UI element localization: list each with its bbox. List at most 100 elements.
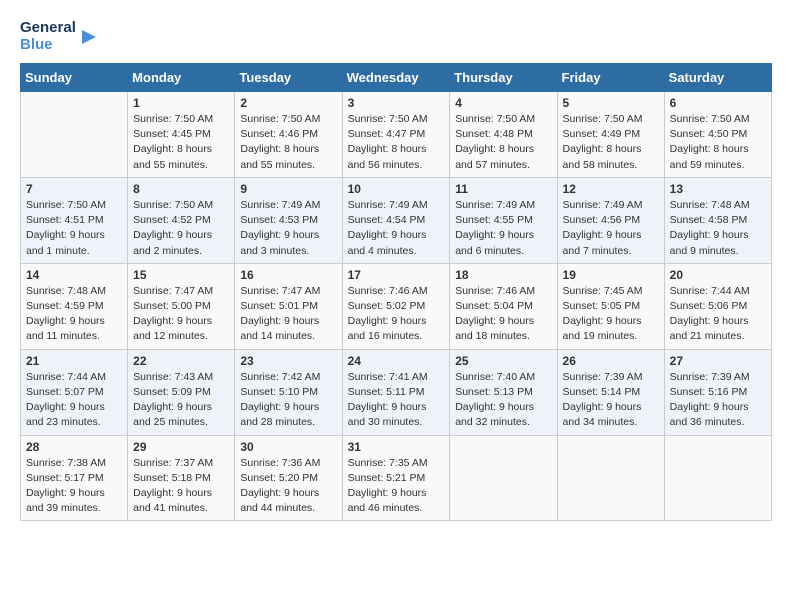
calendar-cell: 26 Sunrise: 7:39 AMSunset: 5:14 PMDayligh… [557,349,664,435]
calendar-cell: 24 Sunrise: 7:41 AMSunset: 5:11 PMDayligh… [342,349,450,435]
calendar-cell: 31Sunrise: 7:35 AMSunset: 5:21 PMDayligh… [342,435,450,521]
calendar-cell: 21 Sunrise: 7:44 AMSunset: 5:07 PMDayligh… [21,349,128,435]
day-number: 26 [563,354,659,368]
logo-container: General Blue [20,20,100,53]
week-row-3: 14 Sunrise: 7:48 AMSunset: 4:59 PMDayligh… [21,263,772,349]
calendar-cell: 2Sunrise: 7:50 AMSunset: 4:46 PMDaylight… [235,92,342,178]
day-info: Sunrise: 7:47 AMSunset: 5:00 PMDaylight:… [133,284,229,345]
day-info: Sunrise: 7:49 AMSunset: 4:56 PMDaylight:… [563,198,659,259]
day-number: 5 [563,96,659,110]
day-info: Sunrise: 7:39 AMSunset: 5:14 PMDaylight:… [563,370,659,431]
day-number: 29 [133,440,229,454]
day-info: Sunrise: 7:45 AMSunset: 5:05 PMDaylight:… [563,284,659,345]
column-header-friday: Friday [557,64,664,92]
day-info: Sunrise: 7:46 AMSunset: 5:02 PMDaylight:… [348,284,445,345]
calendar-cell: 9Sunrise: 7:49 AMSunset: 4:53 PMDaylight… [235,177,342,263]
day-number: 18 [455,268,551,282]
day-number: 11 [455,182,551,196]
calendar-cell: 14 Sunrise: 7:48 AMSunset: 4:59 PMDayligh… [21,263,128,349]
day-info: Sunrise: 7:50 AMSunset: 4:51 PMDaylight:… [26,198,122,259]
day-number: 17 [348,268,445,282]
day-info: Sunrise: 7:48 AMSunset: 4:58 PMDaylight:… [670,198,766,259]
column-header-monday: Monday [128,64,235,92]
day-number: 6 [670,96,766,110]
day-number: 27 [670,354,766,368]
day-info: Sunrise: 7:40 AMSunset: 5:13 PMDaylight:… [455,370,551,431]
day-number: 7 [26,182,122,196]
calendar-cell [21,92,128,178]
calendar-cell: 4Sunrise: 7:50 AMSunset: 4:48 PMDaylight… [450,92,557,178]
day-info: Sunrise: 7:43 AMSunset: 5:09 PMDaylight:… [133,370,229,431]
day-number: 16 [240,268,336,282]
week-row-1: 1 Sunrise: 7:50 AMSunset: 4:45 PMDaylight… [21,92,772,178]
day-number: 28 [26,440,122,454]
day-info: Sunrise: 7:49 AMSunset: 4:55 PMDaylight:… [455,198,551,259]
day-info: Sunrise: 7:46 AMSunset: 5:04 PMDaylight:… [455,284,551,345]
day-number: 15 [133,268,229,282]
day-info: Sunrise: 7:48 AMSunset: 4:59 PMDaylight:… [26,284,122,345]
calendar-cell: 12Sunrise: 7:49 AMSunset: 4:56 PMDayligh… [557,177,664,263]
week-row-5: 28 Sunrise: 7:38 AMSunset: 5:17 PMDayligh… [21,435,772,521]
calendar-cell [557,435,664,521]
day-number: 20 [670,268,766,282]
week-row-4: 21 Sunrise: 7:44 AMSunset: 5:07 PMDayligh… [21,349,772,435]
day-number: 8 [133,182,229,196]
column-header-tuesday: Tuesday [235,64,342,92]
day-info: Sunrise: 7:38 AMSunset: 5:17 PMDaylight:… [26,456,122,517]
calendar-cell: 22Sunrise: 7:43 AMSunset: 5:09 PMDayligh… [128,349,235,435]
calendar-cell: 1 Sunrise: 7:50 AMSunset: 4:45 PMDaylight… [128,92,235,178]
week-row-2: 7 Sunrise: 7:50 AMSunset: 4:51 PMDaylight… [21,177,772,263]
day-info: Sunrise: 7:50 AMSunset: 4:48 PMDaylight:… [455,112,551,173]
calendar-cell: 16 Sunrise: 7:47 AMSunset: 5:01 PMDayligh… [235,263,342,349]
calendar-table: SundayMondayTuesdayWednesdayThursdayFrid… [20,63,772,521]
day-info: Sunrise: 7:41 AMSunset: 5:11 PMDaylight:… [348,370,445,431]
calendar-cell: 23 Sunrise: 7:42 AMSunset: 5:10 PMDayligh… [235,349,342,435]
day-info: Sunrise: 7:50 AMSunset: 4:49 PMDaylight:… [563,112,659,173]
day-number: 30 [240,440,336,454]
calendar-cell: 25 Sunrise: 7:40 AMSunset: 5:13 PMDayligh… [450,349,557,435]
calendar-cell: 17 Sunrise: 7:46 AMSunset: 5:02 PMDayligh… [342,263,450,349]
day-number: 25 [455,354,551,368]
day-number: 21 [26,354,122,368]
day-number: 19 [563,268,659,282]
day-number: 3 [348,96,445,110]
calendar-cell: 13Sunrise: 7:48 AMSunset: 4:58 PMDayligh… [664,177,771,263]
day-number: 1 [133,96,229,110]
day-info: Sunrise: 7:47 AMSunset: 5:01 PMDaylight:… [240,284,336,345]
calendar-cell: 7 Sunrise: 7:50 AMSunset: 4:51 PMDaylight… [21,177,128,263]
day-info: Sunrise: 7:42 AMSunset: 5:10 PMDaylight:… [240,370,336,431]
calendar-cell: 6 Sunrise: 7:50 AMSunset: 4:50 PMDaylight… [664,92,771,178]
day-info: Sunrise: 7:44 AMSunset: 5:07 PMDaylight:… [26,370,122,431]
logo-line1: General [20,20,76,37]
calendar-cell: 27Sunrise: 7:39 AMSunset: 5:16 PMDayligh… [664,349,771,435]
column-header-saturday: Saturday [664,64,771,92]
day-info: Sunrise: 7:44 AMSunset: 5:06 PMDaylight:… [670,284,766,345]
day-info: Sunrise: 7:50 AMSunset: 4:47 PMDaylight:… [348,112,445,173]
logo: General Blue [20,20,100,53]
day-info: Sunrise: 7:49 AMSunset: 4:54 PMDaylight:… [348,198,445,259]
column-header-sunday: Sunday [21,64,128,92]
calendar-cell: 11 Sunrise: 7:49 AMSunset: 4:55 PMDayligh… [450,177,557,263]
logo-line2: Blue [20,37,53,54]
day-number: 14 [26,268,122,282]
header: General Blue [20,20,772,53]
day-info: Sunrise: 7:35 AMSunset: 5:21 PMDaylight:… [348,456,445,517]
day-info: Sunrise: 7:50 AMSunset: 4:46 PMDaylight:… [240,112,336,173]
calendar-cell: 8 Sunrise: 7:50 AMSunset: 4:52 PMDaylight… [128,177,235,263]
day-info: Sunrise: 7:50 AMSunset: 4:52 PMDaylight:… [133,198,229,259]
day-info: Sunrise: 7:49 AMSunset: 4:53 PMDaylight:… [240,198,336,259]
calendar-cell: 20 Sunrise: 7:44 AMSunset: 5:06 PMDayligh… [664,263,771,349]
calendar-cell: 19 Sunrise: 7:45 AMSunset: 5:05 PMDayligh… [557,263,664,349]
column-header-thursday: Thursday [450,64,557,92]
day-info: Sunrise: 7:50 AMSunset: 4:45 PMDaylight:… [133,112,229,173]
day-info: Sunrise: 7:50 AMSunset: 4:50 PMDaylight:… [670,112,766,173]
calendar-cell: 5 Sunrise: 7:50 AMSunset: 4:49 PMDaylight… [557,92,664,178]
logo-text-block: General Blue [20,20,76,53]
day-info: Sunrise: 7:36 AMSunset: 5:20 PMDaylight:… [240,456,336,517]
calendar-cell: 29Sunrise: 7:37 AMSunset: 5:18 PMDayligh… [128,435,235,521]
calendar-cell [450,435,557,521]
day-number: 24 [348,354,445,368]
logo-arrow-icon [78,26,100,48]
day-number: 10 [348,182,445,196]
day-number: 23 [240,354,336,368]
